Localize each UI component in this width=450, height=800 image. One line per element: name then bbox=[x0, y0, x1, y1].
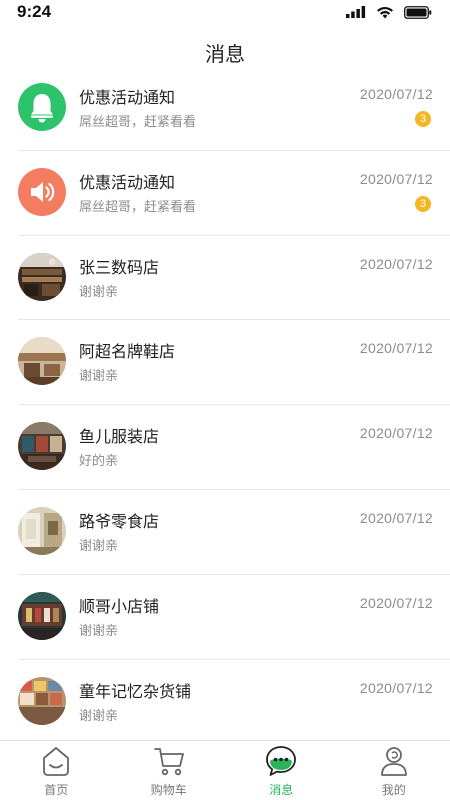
message-preview: 谢谢亲 bbox=[79, 708, 119, 724]
message-title: 顺哥小店铺 bbox=[79, 596, 160, 616]
wifi-icon bbox=[377, 6, 393, 18]
message-preview: 谢谢亲 bbox=[79, 538, 119, 554]
cart-icon bbox=[153, 748, 184, 776]
message-item-store[interactable]: 鱼儿服装店 好的亲 2020/07/12 bbox=[0, 405, 450, 490]
store-avatar bbox=[18, 676, 66, 725]
tab-label: 首页 bbox=[44, 783, 69, 797]
tab-bar: 首页 购物车 消息 我的 bbox=[0, 740, 450, 800]
message-list: 优惠活动通知 屌丝超哥，赶紧看看 2020/07/12 3 优惠活动通知 屌丝超… bbox=[0, 66, 450, 740]
signal-icon bbox=[346, 6, 366, 18]
tab-label: 我的 bbox=[381, 783, 406, 797]
message-item-promo-2[interactable]: 优惠活动通知 屌丝超哥，赶紧看看 2020/07/12 3 bbox=[0, 151, 450, 236]
message-preview: 好的亲 bbox=[79, 454, 119, 470]
message-preview: 屌丝超哥，赶紧看看 bbox=[79, 115, 197, 130]
message-title: 路爷零食店 bbox=[79, 511, 160, 531]
home-icon bbox=[43, 747, 70, 776]
message-date: 2020/07/12 bbox=[359, 255, 433, 272]
message-date: 2020/07/12 bbox=[359, 679, 433, 696]
message-title: 张三数码店 bbox=[79, 257, 160, 277]
message-preview: 谢谢亲 bbox=[79, 369, 119, 385]
store-avatar bbox=[18, 422, 66, 471]
message-date: 2020/07/12 bbox=[359, 86, 433, 102]
tab-profile[interactable]: 我的 bbox=[338, 741, 450, 800]
chat-icon bbox=[266, 746, 297, 776]
message-preview: 谢谢亲 bbox=[79, 284, 119, 300]
message-title: 优惠活动通知 bbox=[79, 88, 176, 107]
message-title: 鱼儿服装店 bbox=[79, 427, 160, 447]
page-title: 消息 bbox=[205, 42, 245, 66]
message-title: 优惠活动通知 bbox=[79, 172, 176, 192]
message-item-store[interactable]: 童年记忆杂货铺 谢谢亲 2020/07/12 bbox=[0, 660, 450, 740]
user-icon bbox=[380, 747, 407, 776]
tab-label: 消息 bbox=[269, 783, 294, 797]
message-preview: 谢谢亲 bbox=[79, 623, 119, 639]
unread-badge: 3 bbox=[415, 195, 431, 212]
status-time: 9:24 bbox=[17, 2, 52, 21]
message-item-store[interactable]: 顺哥小店铺 谢谢亲 2020/07/12 bbox=[0, 575, 450, 660]
status-bar: 9:24 bbox=[0, 0, 450, 24]
tab-label: 购物车 bbox=[150, 783, 187, 797]
message-item-store[interactable]: 阿超名牌鞋店 谢谢亲 2020/07/12 bbox=[0, 320, 450, 406]
store-avatar bbox=[18, 591, 66, 640]
unread-badge: 3 bbox=[415, 111, 431, 127]
store-avatar bbox=[18, 337, 66, 386]
tab-home[interactable]: 首页 bbox=[0, 741, 113, 800]
message-date: 2020/07/12 bbox=[359, 509, 433, 526]
message-date: 2020/07/12 bbox=[359, 170, 433, 187]
tab-messages[interactable]: 消息 bbox=[225, 741, 338, 800]
bell-icon bbox=[18, 83, 66, 131]
tab-cart[interactable]: 购物车 bbox=[113, 741, 226, 800]
store-avatar bbox=[18, 252, 66, 301]
speaker-icon bbox=[18, 167, 66, 216]
battery-icon bbox=[404, 5, 432, 19]
message-item-promo-1[interactable]: 优惠活动通知 屌丝超哥，赶紧看看 2020/07/12 3 bbox=[0, 66, 450, 151]
status-icons bbox=[346, 5, 432, 19]
message-item-store[interactable]: 路爷零食店 谢谢亲 2020/07/12 bbox=[0, 490, 450, 575]
message-title: 阿超名牌鞋店 bbox=[79, 342, 176, 362]
message-date: 2020/07/12 bbox=[359, 594, 433, 611]
message-date: 2020/07/12 bbox=[359, 425, 433, 442]
message-preview: 屌丝超哥，赶紧看看 bbox=[79, 199, 197, 215]
message-date: 2020/07/12 bbox=[359, 340, 433, 357]
store-avatar bbox=[18, 506, 66, 555]
message-title: 童年记忆杂货铺 bbox=[79, 681, 192, 701]
message-item-store[interactable]: 张三数码店 谢谢亲 2020/07/12 bbox=[0, 236, 450, 321]
